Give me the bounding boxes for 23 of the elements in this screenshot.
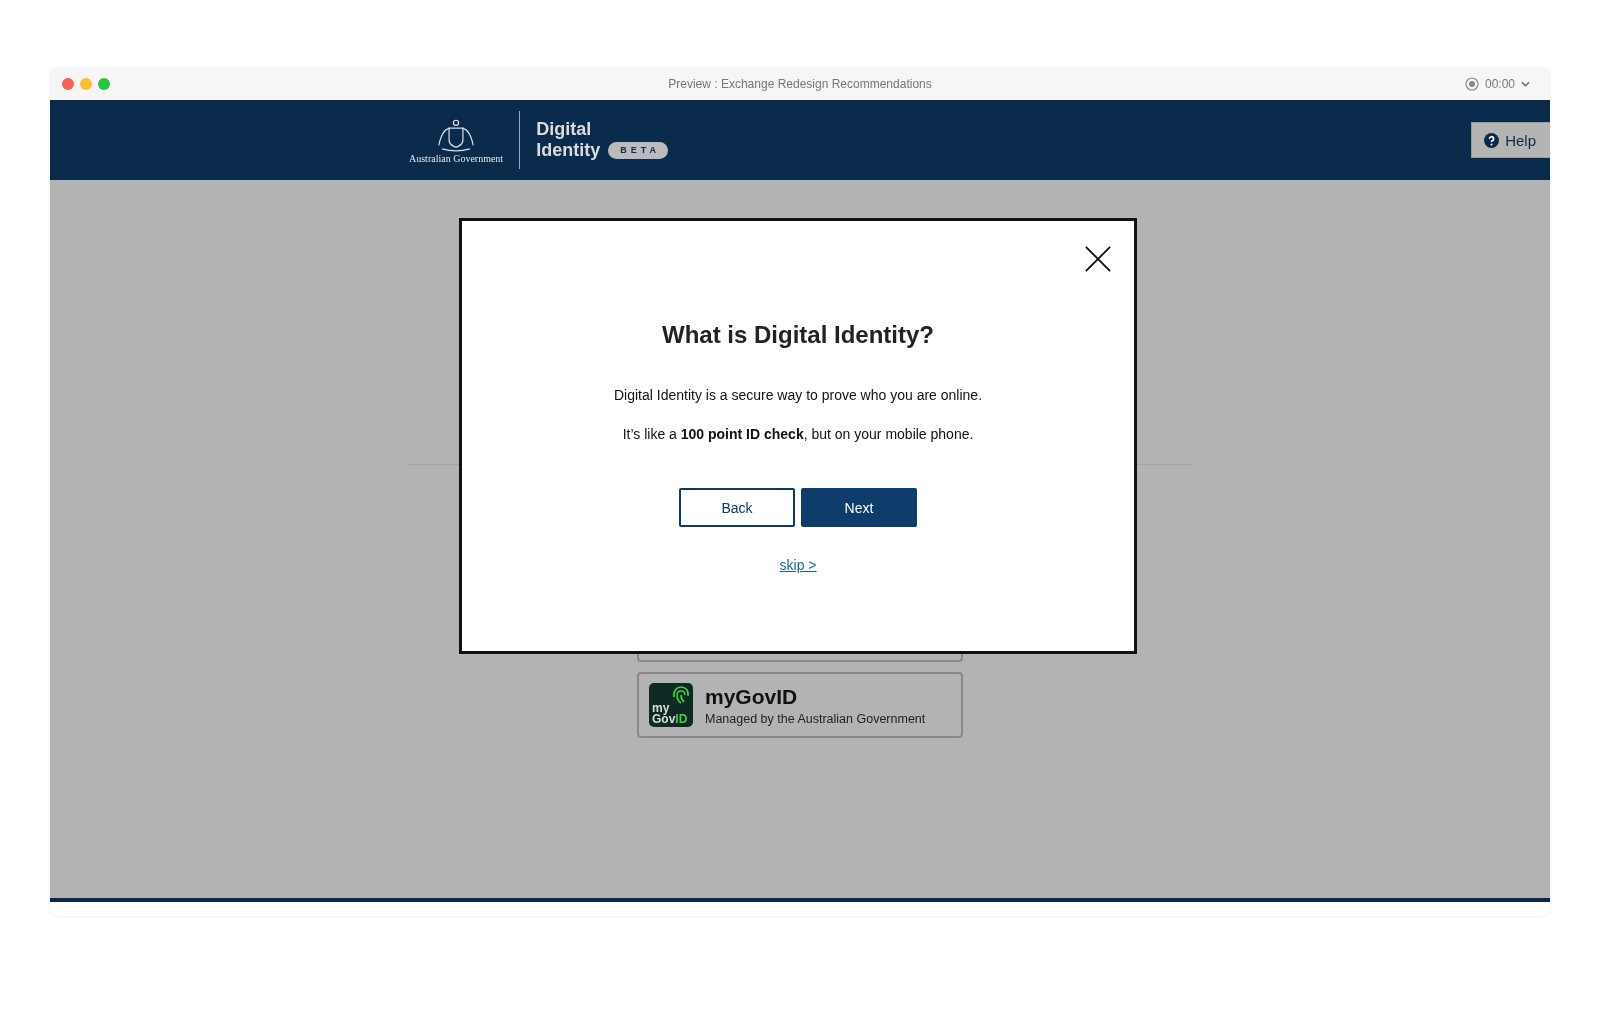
close-window-icon[interactable] xyxy=(62,78,74,90)
product-title: Digital xyxy=(536,119,593,140)
option-name: myGovID xyxy=(705,684,799,709)
window-title: Preview : Exchange Redesign Recommendations xyxy=(668,77,932,91)
back-button[interactable]: Back xyxy=(679,488,795,527)
chevron-down-icon[interactable] xyxy=(1521,81,1530,87)
fingerprint-icon xyxy=(671,685,691,705)
option-description: Managed by the Australian Government xyxy=(705,711,926,726)
record-icon xyxy=(1464,77,1479,91)
product-title: Identity xyxy=(536,140,601,161)
help-button[interactable]: Help xyxy=(1471,122,1550,158)
skip-link[interactable]: skip > xyxy=(779,557,817,573)
timer-text: 00:00 xyxy=(1484,77,1515,91)
modal-title: What is Digital Identity? xyxy=(662,321,934,349)
zoom-window-icon[interactable] xyxy=(98,78,110,90)
next-button[interactable]: Next xyxy=(801,488,917,527)
help-icon xyxy=(1484,132,1500,148)
beta-badge: BETA xyxy=(608,142,668,159)
modal-paragraph: It’s like a 100 point ID check, but on your mobile phone. xyxy=(622,426,974,442)
minimize-window-icon[interactable] xyxy=(80,78,92,90)
close-icon[interactable] xyxy=(1084,245,1112,273)
government-label: Australian Government xyxy=(409,152,504,164)
modal-paragraph: Digital Identity is a secure way to prove who you are online. xyxy=(613,387,983,403)
